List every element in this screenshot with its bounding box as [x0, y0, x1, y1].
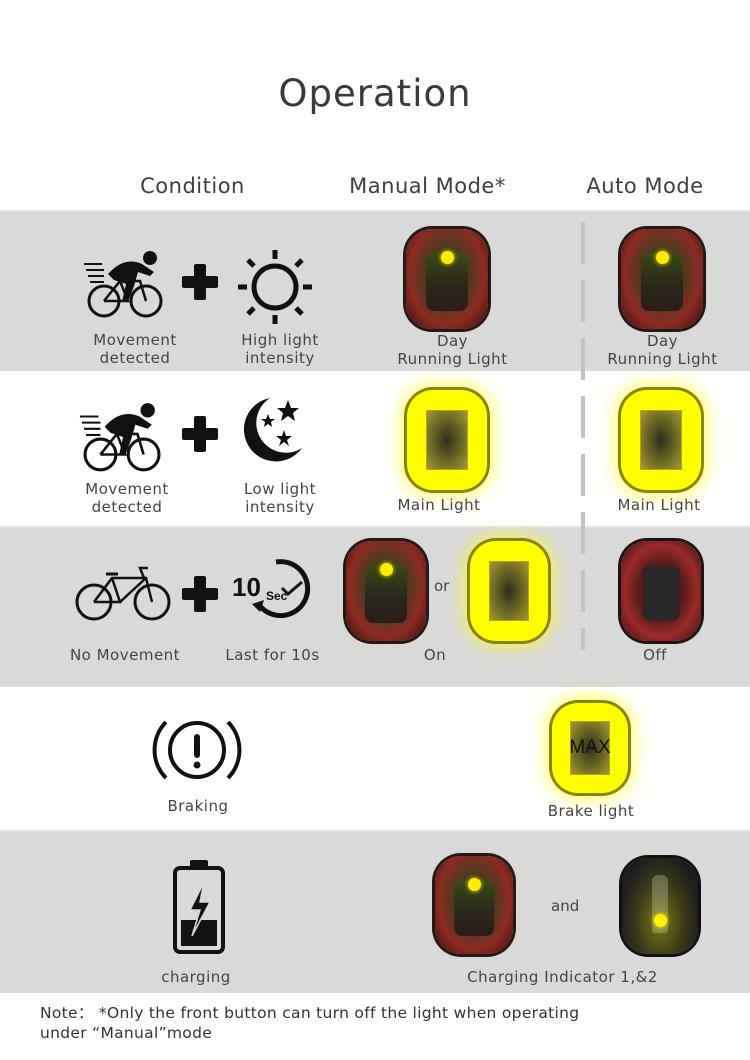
auto-result-label: Day Running Light — [600, 332, 725, 368]
light-inner — [426, 410, 468, 470]
condition-label: Movement detected — [80, 331, 190, 367]
label-line: High light — [241, 331, 319, 349]
label-line: Day — [646, 332, 679, 350]
label-line: Running Light — [397, 350, 508, 368]
column-header-condition: Condition — [140, 174, 245, 198]
condition-label: Braking — [167, 797, 229, 815]
timer-number: 10 — [232, 572, 261, 602]
main-light-auto — [621, 390, 701, 490]
light-inner — [640, 410, 682, 470]
label-line: intensity — [245, 498, 315, 516]
led-dot — [653, 913, 667, 927]
conjunction-and: and — [551, 897, 580, 915]
label-line: Low light — [243, 480, 317, 498]
charging-indicator-1 — [435, 856, 513, 954]
result-label: Charging Indicator 1,&2 — [467, 968, 658, 986]
footnote-line: Note： *Only the front button can turn of… — [40, 1004, 580, 1022]
charging-indicator-2 — [622, 858, 698, 954]
label-line: Day — [436, 332, 469, 350]
label-line: Running Light — [607, 350, 718, 368]
manual-result-label: On — [423, 646, 447, 664]
sun-icon — [236, 248, 314, 326]
on-light-main — [470, 541, 548, 641]
off-light-auto — [621, 541, 701, 641]
result-label: Brake light — [547, 802, 635, 820]
mode-divider — [581, 222, 585, 650]
max-label: MAX — [569, 737, 611, 758]
plus-icon — [180, 414, 220, 454]
led-dot — [440, 251, 454, 264]
main-light-manual — [407, 390, 487, 490]
light-inner — [641, 565, 681, 621]
led-dot — [655, 251, 669, 264]
condition-label: charging — [161, 968, 231, 986]
timer-10sec-icon: 10 Sec — [230, 554, 320, 624]
bicycle-icon — [74, 566, 172, 622]
label-line: detected — [99, 349, 171, 367]
column-header-manual-mode: Manual Mode* — [349, 174, 506, 198]
auto-result-label: Off — [643, 646, 667, 664]
label-line: Movement — [85, 480, 169, 498]
battery-charging-icon — [170, 858, 228, 956]
condition-label: Last for 10s — [225, 646, 320, 664]
cyclist-icon — [78, 398, 164, 474]
label-line: detected — [91, 498, 163, 516]
label-line: Movement — [93, 331, 177, 349]
plus-icon — [180, 574, 220, 614]
brake-light: MAX — [552, 703, 628, 793]
condition-label: Low light intensity — [230, 480, 330, 516]
condition-label: No Movement — [69, 646, 181, 664]
led-dot — [467, 877, 481, 891]
manual-result-label: Main Light — [397, 496, 481, 514]
day-running-light-manual — [406, 229, 488, 329]
condition-label: Movement detected — [72, 480, 182, 516]
light-inner — [488, 561, 530, 621]
day-running-light-auto — [621, 229, 703, 329]
footnote-line: under “Manual”mode — [40, 1024, 213, 1042]
brake-warning-icon — [152, 714, 242, 786]
footnote: Note： *Only the front button can turn of… — [40, 1003, 579, 1043]
manual-result-label: Day Running Light — [390, 332, 515, 368]
cyclist-icon — [84, 246, 164, 320]
label-line: intensity — [245, 349, 315, 367]
led-dot — [379, 563, 393, 576]
column-header-auto-mode: Auto Mode — [586, 174, 704, 198]
on-light-day-running — [346, 541, 426, 641]
plus-icon — [180, 262, 220, 302]
timer-unit: Sec — [266, 589, 288, 603]
page-title: Operation — [278, 72, 472, 115]
condition-label: High light intensity — [230, 331, 330, 367]
moon-stars-icon — [236, 396, 306, 466]
auto-result-label: Main Light — [617, 496, 701, 514]
conjunction-or: or — [434, 577, 450, 595]
